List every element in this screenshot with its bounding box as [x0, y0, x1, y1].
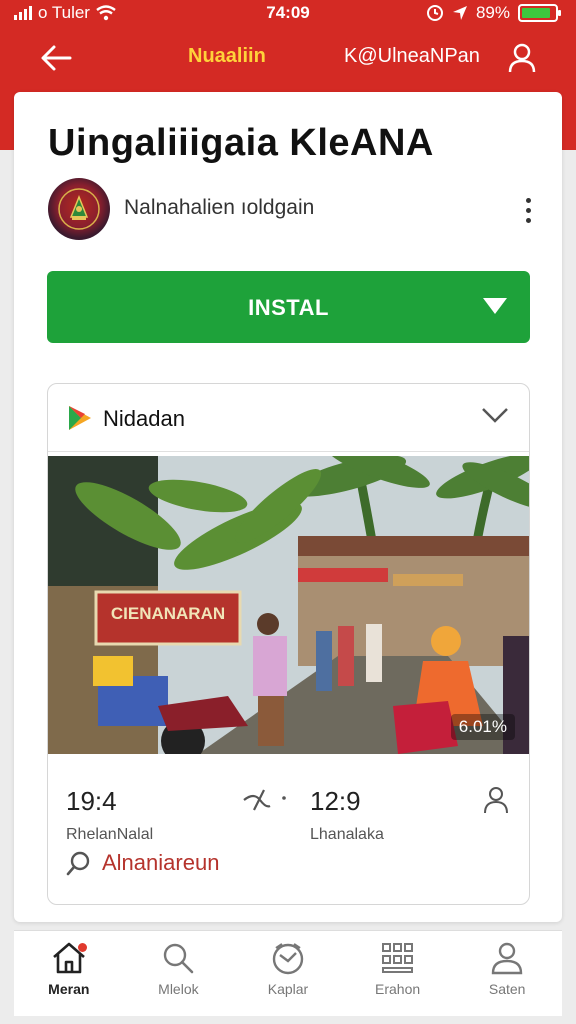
- person-icon: [508, 43, 536, 73]
- clock-icon: [272, 943, 304, 975]
- location-icon: [452, 6, 467, 20]
- install-button[interactable]: INSTAL: [47, 271, 530, 343]
- nav-label-home: Meran: [48, 981, 90, 997]
- top-app-bar: Nuaaliin K@UlneaNPan: [0, 30, 576, 84]
- back-button[interactable]: [36, 38, 76, 78]
- alarm-icon: [426, 5, 443, 21]
- nav-item-search[interactable]: Mlelok: [124, 931, 234, 1016]
- account-name[interactable]: K@UlneaNPan: [344, 45, 480, 68]
- app-title: Uingaliiigaia KleANA: [48, 122, 434, 164]
- search-link[interactable]: Alnaniareun: [66, 850, 219, 876]
- nav-label-clock: Kaplar: [267, 981, 309, 997]
- install-label: INSTAL: [248, 295, 329, 320]
- bottom-navigation: Meran Mlelok Kaplar Erahon Saten: [14, 930, 562, 1016]
- nav-label-grid: Erahon: [375, 981, 421, 997]
- developer-logo: [48, 178, 110, 240]
- stat-label-2: Lhanalaka: [310, 826, 384, 843]
- play-store-icon: [69, 406, 91, 430]
- nav-item-grid[interactable]: Erahon: [343, 931, 453, 1016]
- photo-badge: 6.01%: [450, 714, 515, 740]
- nav-item-home[interactable]: Meran: [14, 931, 124, 1016]
- developer-name[interactable]: Nalnahalien ıoldgain: [124, 196, 314, 220]
- search-icon: [66, 851, 90, 876]
- activity-icon[interactable]: [240, 786, 290, 816]
- emblem-icon: [58, 188, 100, 230]
- status-bar: o Tuler 74:09 89%: [0, 0, 576, 26]
- nav-label-search: Mlelok: [158, 981, 199, 997]
- chevron-down-icon: [482, 408, 508, 423]
- arrow-left-icon: [41, 45, 72, 71]
- app-detail-card: Uingaliiigaia KleANA Nalnahalien ıoldgai…: [14, 92, 562, 922]
- nav-item-clock[interactable]: Kaplar: [233, 931, 343, 1016]
- more-vert-icon: [525, 197, 531, 203]
- search-icon: [164, 943, 194, 974]
- street-photo[interactable]: CIENANARAN 6.01%: [48, 456, 529, 754]
- nav-item-profile[interactable]: Saten: [452, 931, 562, 1016]
- grid-icon: [381, 943, 413, 973]
- stats-row: 19:4 RhelanNalal 12:9 Lhanalaka: [48, 754, 529, 864]
- stat-value-2: 12:9: [310, 786, 361, 816]
- battery-percent: 89%: [475, 3, 510, 22]
- battery-icon: [518, 4, 561, 22]
- top-bar-title: Nuaaliin: [188, 45, 266, 67]
- stat-label-1: RhelanNalal: [66, 826, 154, 843]
- person-icon[interactable]: [484, 786, 508, 814]
- stat-value-1: 19:4: [66, 786, 117, 816]
- source-selector[interactable]: Nidadan: [48, 384, 529, 452]
- content-card: Nidadan CIENANARAN 6.01% 19:4 RhelanNala…: [47, 383, 530, 905]
- person-icon: [491, 942, 523, 975]
- source-name: Nidadan: [103, 406, 185, 431]
- dropdown-triangle-icon: [483, 298, 507, 314]
- nav-label-profile: Saten: [488, 981, 526, 997]
- notification-dot: [78, 943, 87, 952]
- profile-button[interactable]: [502, 38, 542, 78]
- more-options-button[interactable]: [516, 192, 540, 228]
- search-link-text: Alnaniareun: [102, 850, 220, 875]
- shop-sign-text: CIENANARAN: [110, 604, 226, 623]
